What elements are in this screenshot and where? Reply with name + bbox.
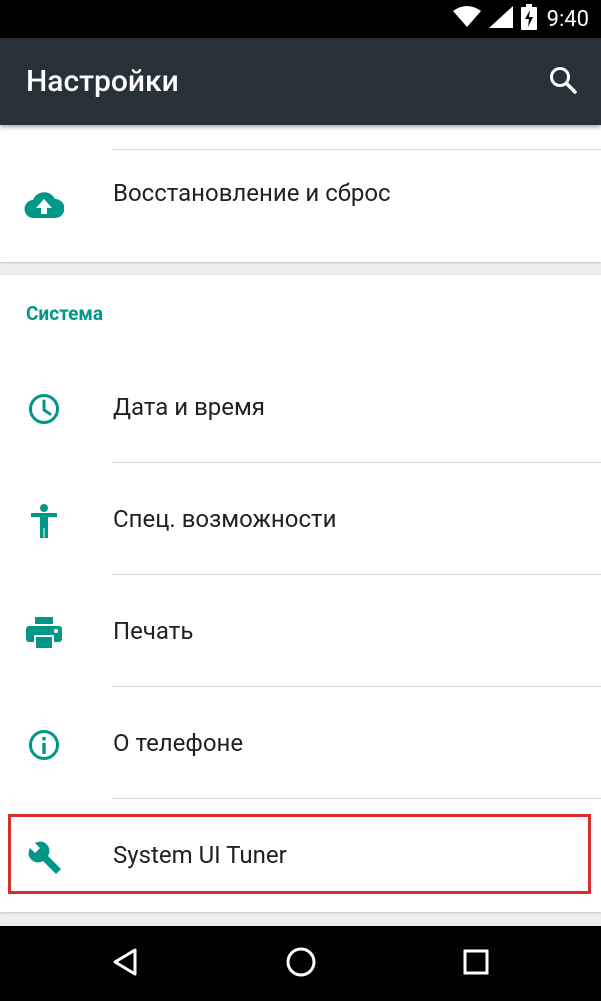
back-icon [110,947,140,981]
search-button[interactable] [543,62,583,102]
settings-item-label: Восстановление и сброс [113,179,391,207]
back-button[interactable] [99,938,151,990]
settings-item-accessibility[interactable]: Спец. возможности [0,463,601,575]
page-title: Настройки [26,64,179,99]
recents-button[interactable] [450,938,502,990]
home-button[interactable] [275,938,327,990]
settings-item-date-time[interactable]: Дата и время [0,351,601,463]
wrench-icon [24,837,64,877]
navigation-bar [0,926,601,1001]
settings-card-backup: Восстановление и сброс [0,125,601,262]
app-bar: Настройки [0,38,601,125]
cloud-upload-icon [24,185,64,225]
settings-item-label: Печать [113,617,194,645]
signal-icon [488,6,513,32]
settings-item-label: System UI Tuner [113,841,287,869]
settings-item-label: О телефоне [113,729,244,757]
info-icon [24,725,64,765]
section-header-system: Система [26,302,104,325]
accessibility-icon [24,501,64,541]
status-bar: 9:40 [0,0,601,38]
settings-item-label: Спец. возможности [113,505,337,533]
recents-icon [462,948,490,980]
settings-item-system-ui-tuner[interactable]: System UI Tuner [0,799,601,911]
settings-item-printing[interactable]: Печать [0,575,601,687]
settings-card-system: Система Дата и время Спец. возможности П… [0,275,601,912]
status-icons: 9:40 [452,0,589,38]
wifi-icon [452,6,481,32]
settings-item-backup-reset[interactable]: Восстановление и сброс [0,150,601,262]
search-icon [548,65,578,99]
clock-icon [24,389,64,429]
battery-charging-icon [520,4,537,34]
settings-item-about-phone[interactable]: О телефоне [0,687,601,799]
status-time: 9:40 [546,6,589,32]
home-icon [285,946,317,982]
settings-item-label: Дата и время [113,393,265,421]
printer-icon [24,613,64,653]
